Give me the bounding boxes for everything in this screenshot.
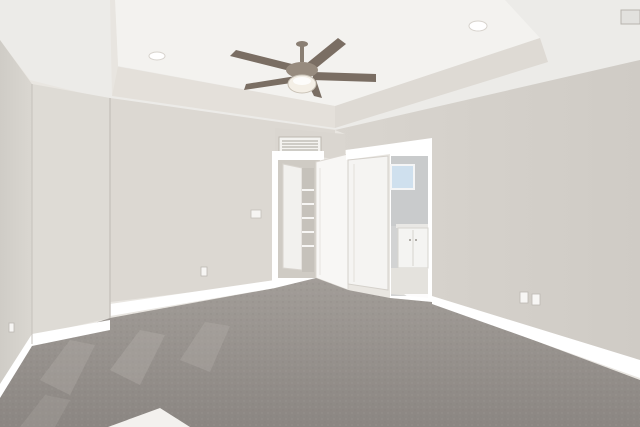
bathroom-vanity bbox=[396, 224, 429, 269]
outlet-left-wall bbox=[8, 322, 15, 333]
bathroom-window bbox=[390, 164, 415, 190]
outlet-back-wall bbox=[200, 266, 208, 277]
recessed-light-left bbox=[148, 51, 166, 61]
recessed-light-right bbox=[468, 20, 488, 32]
ceiling-vent bbox=[620, 9, 640, 25]
bedroom-scene bbox=[0, 0, 640, 427]
bedroom-photo bbox=[0, 0, 640, 427]
bathroom-doorway bbox=[346, 138, 432, 302]
outlet-right-wall-2 bbox=[531, 293, 541, 306]
light-switch bbox=[250, 209, 262, 219]
left-wall-pillar bbox=[32, 84, 110, 336]
closet-shelves bbox=[302, 168, 314, 272]
outlet-right-wall-1 bbox=[519, 291, 529, 304]
hvac-return-vent bbox=[278, 136, 322, 153]
open-door bbox=[315, 153, 349, 291]
